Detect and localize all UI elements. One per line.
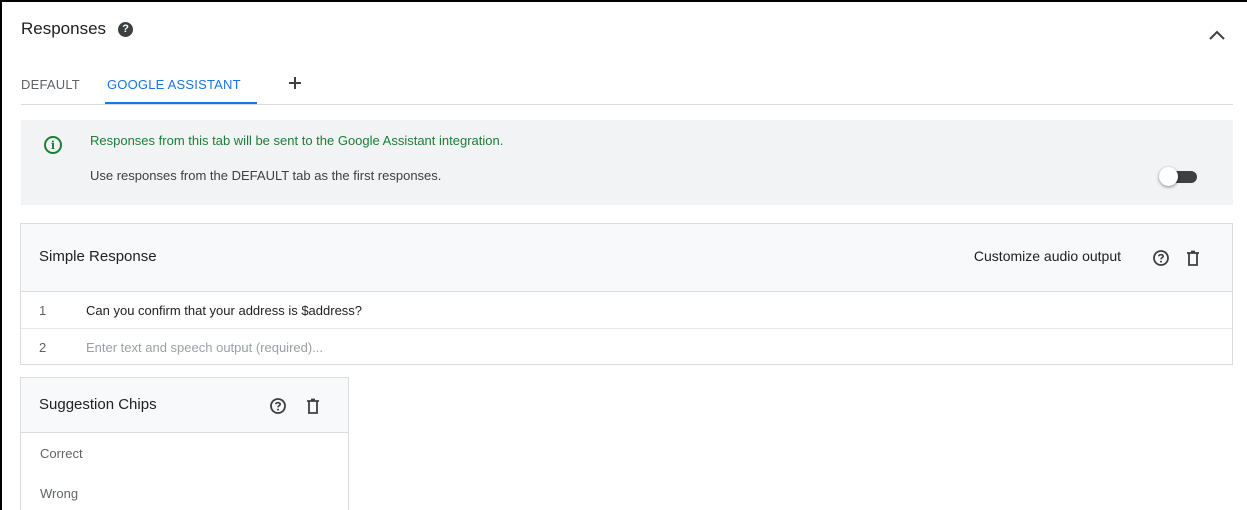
chip-item[interactable]: Wrong [21, 473, 348, 510]
help-icon[interactable]: ? [118, 21, 134, 37]
info-message: Responses from this tab will be sent to … [90, 133, 504, 148]
chevron-up-icon[interactable] [1205, 24, 1229, 48]
simple-response-card: Simple Response Customize audio output 1… [20, 223, 1233, 365]
tab-google-assistant[interactable]: GOOGLE ASSISTANT [107, 77, 241, 92]
response-text[interactable]: Can you confirm that your address is $ad… [86, 303, 362, 318]
responses-header: Responses ? [21, 16, 134, 42]
page-title: Responses [21, 19, 107, 38]
info-banner: i Responses from this tab will be sent t… [21, 120, 1233, 205]
tab-default[interactable]: DEFAULT [21, 77, 80, 92]
response-row[interactable]: 1 Can you confirm that your address is $… [21, 292, 1232, 329]
active-tab-indicator [105, 102, 257, 104]
toggle-label: Use responses from the DEFAULT tab as th… [90, 168, 442, 183]
suggestion-chips-title: Suggestion Chips [39, 396, 157, 413]
response-tabs: DEFAULT GOOGLE ASSISTANT [21, 72, 1233, 105]
response-row[interactable]: 2 Enter text and speech output (required… [21, 329, 1232, 366]
row-number: 2 [39, 340, 47, 355]
suggestion-chips-card: Suggestion Chips Correct Wrong [20, 377, 349, 510]
response-input[interactable]: Enter text and speech output (required).… [86, 340, 323, 355]
row-number: 1 [39, 302, 47, 318]
info-icon: i [44, 136, 62, 154]
suggestion-chips-header: Suggestion Chips [21, 378, 348, 433]
customize-audio-button[interactable]: Customize audio output [974, 248, 1121, 264]
trash-icon[interactable] [304, 397, 322, 415]
help-icon[interactable] [269, 397, 287, 415]
help-icon[interactable] [1152, 249, 1170, 267]
simple-response-title: Simple Response [39, 248, 157, 265]
trash-icon[interactable] [1184, 249, 1202, 267]
toggle-knob [1159, 167, 1178, 186]
simple-response-header: Simple Response Customize audio output [21, 224, 1232, 292]
chip-item[interactable]: Correct [21, 433, 348, 473]
responses-panel: Responses ? DEFAULT GOOGLE ASSISTANT i R… [0, 0, 1247, 510]
use-default-toggle[interactable] [1159, 167, 1199, 186]
plus-icon[interactable] [285, 72, 305, 94]
